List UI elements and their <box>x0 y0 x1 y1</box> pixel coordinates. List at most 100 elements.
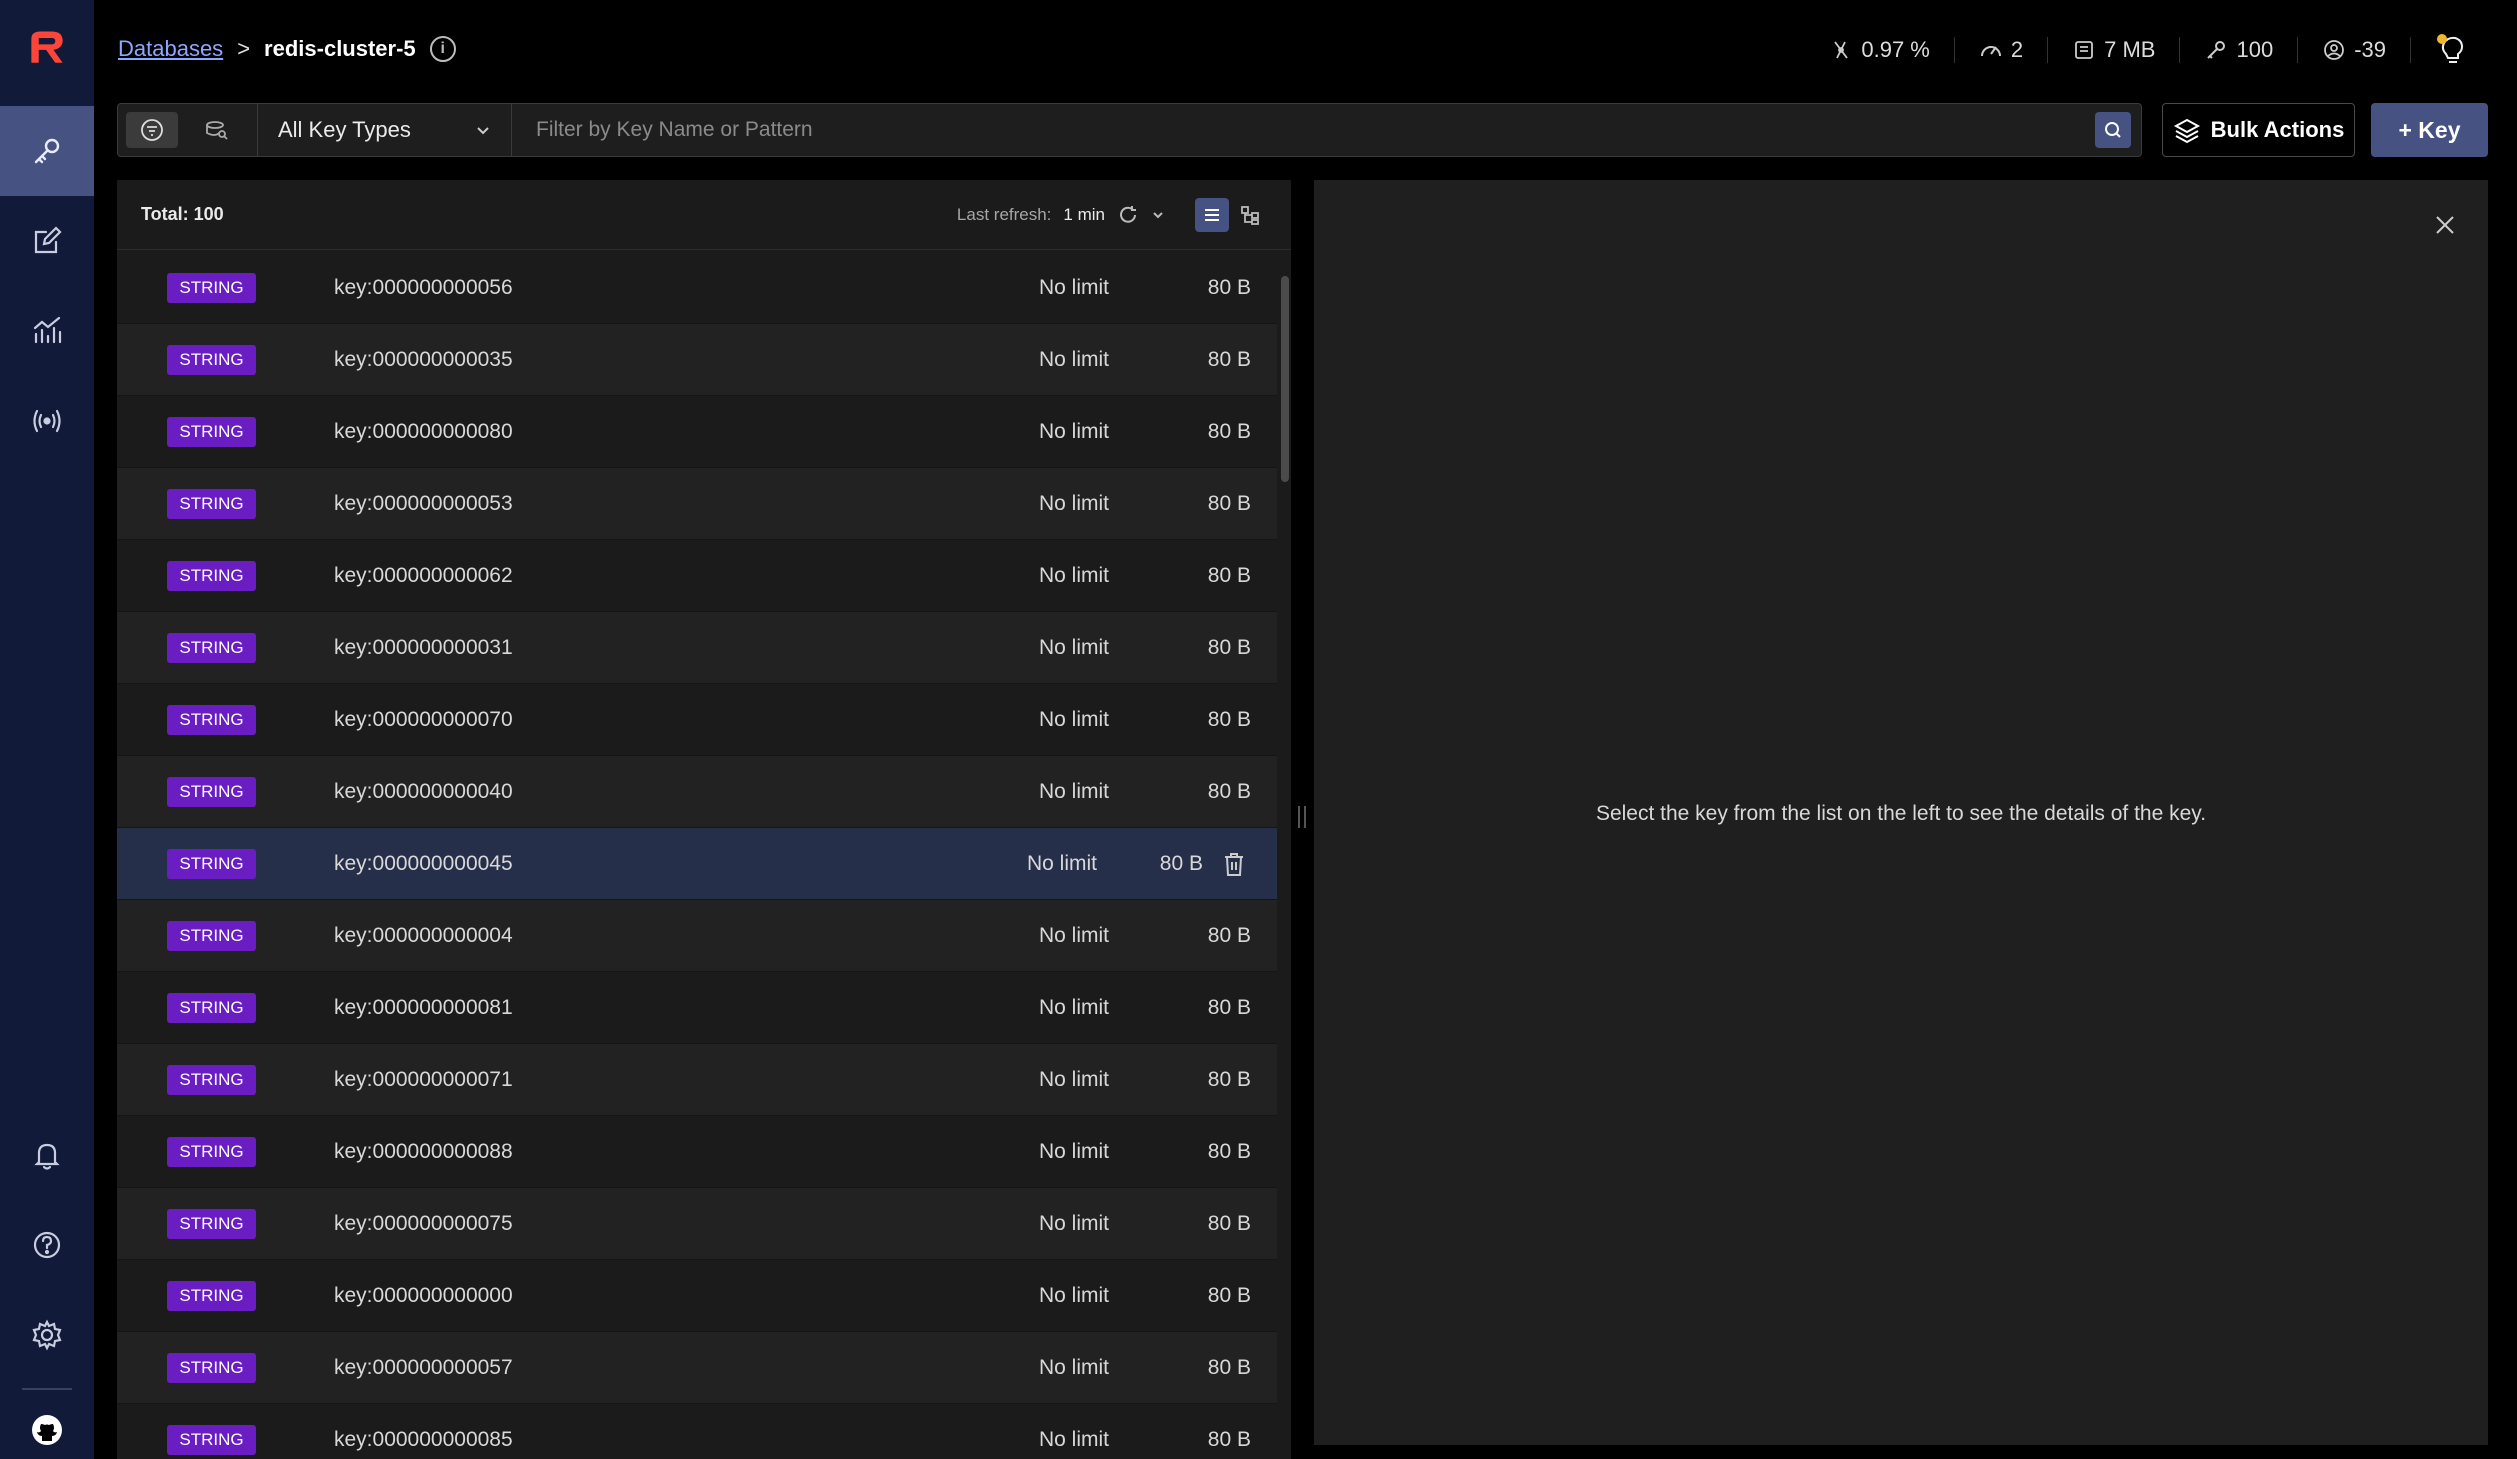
key-row[interactable]: STRING key:000000000045 No limit 80 B <box>117 828 1277 900</box>
filter-icon <box>141 119 163 141</box>
keys-value: 100 <box>2236 37 2274 62</box>
browser-nav-key-icon[interactable] <box>0 106 94 196</box>
panel-resize-handle[interactable] <box>1298 806 1306 828</box>
key-row[interactable]: STRING key:000000000000 No limit 80 B <box>117 1260 1277 1332</box>
key-ttl: No limit <box>1039 1283 1110 1307</box>
key-list: STRING key:000000000056 No limit 80 B STRING… <box>117 252 1277 1459</box>
filter-toolbar: All Key Types <box>117 103 2142 157</box>
auto-refresh-chevron-icon[interactable] <box>1151 208 1165 222</box>
key-row[interactable]: STRING key:000000000075 No limit 80 B <box>117 1188 1277 1260</box>
key-row[interactable]: STRING key:000000000062 No limit 80 B <box>117 540 1277 612</box>
settings-gear-icon[interactable] <box>0 1290 94 1380</box>
key-filter-input[interactable] <box>512 104 2095 156</box>
key-row[interactable]: STRING key:000000000053 No limit 80 B <box>117 468 1277 540</box>
databases-link[interactable]: Databases <box>118 36 223 62</box>
key-name: key:000000000040 <box>334 779 513 803</box>
pubsub-broadcast-icon[interactable] <box>0 376 94 466</box>
key-row[interactable]: STRING key:000000000040 No limit 80 B <box>117 756 1277 828</box>
list-view-button[interactable] <box>1195 197 1229 232</box>
key-ttl: No limit <box>1039 563 1110 587</box>
key-type-badge: STRING <box>167 1208 256 1239</box>
key-row[interactable]: STRING key:000000000035 No limit 80 B <box>117 324 1277 396</box>
search-button[interactable] <box>2095 112 2131 148</box>
refresh-icon[interactable] <box>1117 204 1139 226</box>
user-circle-icon <box>2324 40 2345 60</box>
key-name: key:000000000057 <box>334 1355 513 1379</box>
key-row[interactable]: STRING key:000000000080 No limit 80 B <box>117 396 1277 468</box>
key-list-header: Total: 100 Last refresh: 1 min <box>117 180 1291 250</box>
github-icon[interactable] <box>0 1400 94 1459</box>
total-keys: Total: 100 <box>141 204 224 224</box>
key-type-badge: STRING <box>167 848 256 879</box>
key-row[interactable]: STRING key:000000000056 No limit 80 B <box>117 252 1277 324</box>
key-row[interactable]: STRING key:000000000070 No limit 80 B <box>117 684 1277 756</box>
scrollbar-thumb[interactable] <box>1281 276 1289 482</box>
add-key-button[interactable]: + Key <box>2371 103 2488 157</box>
info-icon[interactable]: i <box>429 36 456 62</box>
empty-details-message: Select the key from the list on the left… <box>1595 802 2207 825</box>
layers-icon <box>2173 118 2200 144</box>
key-size: 80 B <box>1207 1211 1251 1235</box>
key-size: 80 B <box>1207 707 1251 731</box>
key-name: key:000000000000 <box>334 1283 513 1307</box>
key-type-badge: STRING <box>167 776 256 807</box>
key-ttl: No limit <box>1039 275 1110 299</box>
insights-bulb-icon[interactable] <box>2437 34 2467 66</box>
clients-value: -39 <box>2354 37 2386 62</box>
key-type-badge: STRING <box>167 1424 256 1455</box>
search-icon <box>2105 122 2121 138</box>
close-icon[interactable] <box>2430 210 2460 240</box>
key-name: key:000000000035 <box>334 347 513 371</box>
key-type-select[interactable]: All Key Types <box>258 104 512 156</box>
key-type-badge: STRING <box>167 344 256 375</box>
key-ttl: No limit <box>1039 779 1110 803</box>
breadcrumb: Databases > redis-cluster-5 i <box>118 36 456 62</box>
bulk-actions-button[interactable]: Bulk Actions <box>2162 103 2355 157</box>
last-refresh-value: 1 min <box>1063 204 1105 224</box>
key-type-select-value: All Key Types <box>278 117 411 142</box>
key-ttl: No limit <box>1039 491 1110 515</box>
key-row[interactable]: STRING key:000000000081 No limit 80 B <box>117 972 1277 1044</box>
key-size: 80 B <box>1159 851 1203 875</box>
filter-mode-button[interactable] <box>126 112 178 148</box>
clients-stat: -39 <box>2298 37 2411 63</box>
help-question-icon[interactable] <box>0 1200 94 1290</box>
redis-logo-icon[interactable] <box>22 24 72 74</box>
key-name: key:000000000075 <box>334 1211 513 1235</box>
key-row[interactable]: STRING key:000000000071 No limit 80 B <box>117 1044 1277 1116</box>
key-ttl: No limit <box>1039 419 1110 443</box>
sidebar-divider <box>22 1388 72 1390</box>
key-size: 80 B <box>1207 779 1251 803</box>
key-type-badge: STRING <box>167 1280 256 1311</box>
notifications-bell-icon[interactable] <box>0 1110 94 1200</box>
key-size: 80 B <box>1207 275 1251 299</box>
delete-trash-icon[interactable] <box>1221 850 1247 878</box>
key-size: 80 B <box>1207 419 1251 443</box>
vector-search-mode-button[interactable] <box>190 112 242 148</box>
key-ttl: No limit <box>1039 347 1110 371</box>
key-size: 80 B <box>1207 923 1251 947</box>
key-size: 80 B <box>1207 1283 1251 1307</box>
key-icon <box>2207 41 2226 59</box>
memory-stat: 7 MB <box>2048 37 2181 63</box>
key-size: 80 B <box>1207 1139 1251 1163</box>
key-list-scrollbar[interactable] <box>1279 260 1291 1450</box>
workbench-edit-icon[interactable] <box>0 196 94 286</box>
tree-view-button[interactable] <box>1233 198 1267 232</box>
notification-dot <box>2437 34 2447 44</box>
bulk-actions-label: Bulk Actions <box>2210 117 2345 142</box>
key-row[interactable]: STRING key:000000000031 No limit 80 B <box>117 612 1277 684</box>
key-size: 80 B <box>1207 1427 1251 1451</box>
key-type-badge: STRING <box>167 560 256 591</box>
key-name: key:000000000071 <box>334 1067 513 1091</box>
cpu-stat: 0.97 % <box>1805 37 1955 63</box>
key-size: 80 B <box>1207 1067 1251 1091</box>
key-row[interactable]: STRING key:000000000004 No limit 80 B <box>117 900 1277 972</box>
key-name: key:000000000070 <box>334 707 513 731</box>
key-row[interactable]: STRING key:000000000088 No limit 80 B <box>117 1116 1277 1188</box>
analytics-chart-icon[interactable] <box>0 286 94 376</box>
key-row[interactable]: STRING key:000000000085 No limit 80 B <box>117 1404 1277 1459</box>
key-row[interactable]: STRING key:000000000057 No limit 80 B <box>117 1332 1277 1404</box>
key-ttl: No limit <box>1039 1139 1110 1163</box>
key-name: key:000000000004 <box>334 923 513 947</box>
